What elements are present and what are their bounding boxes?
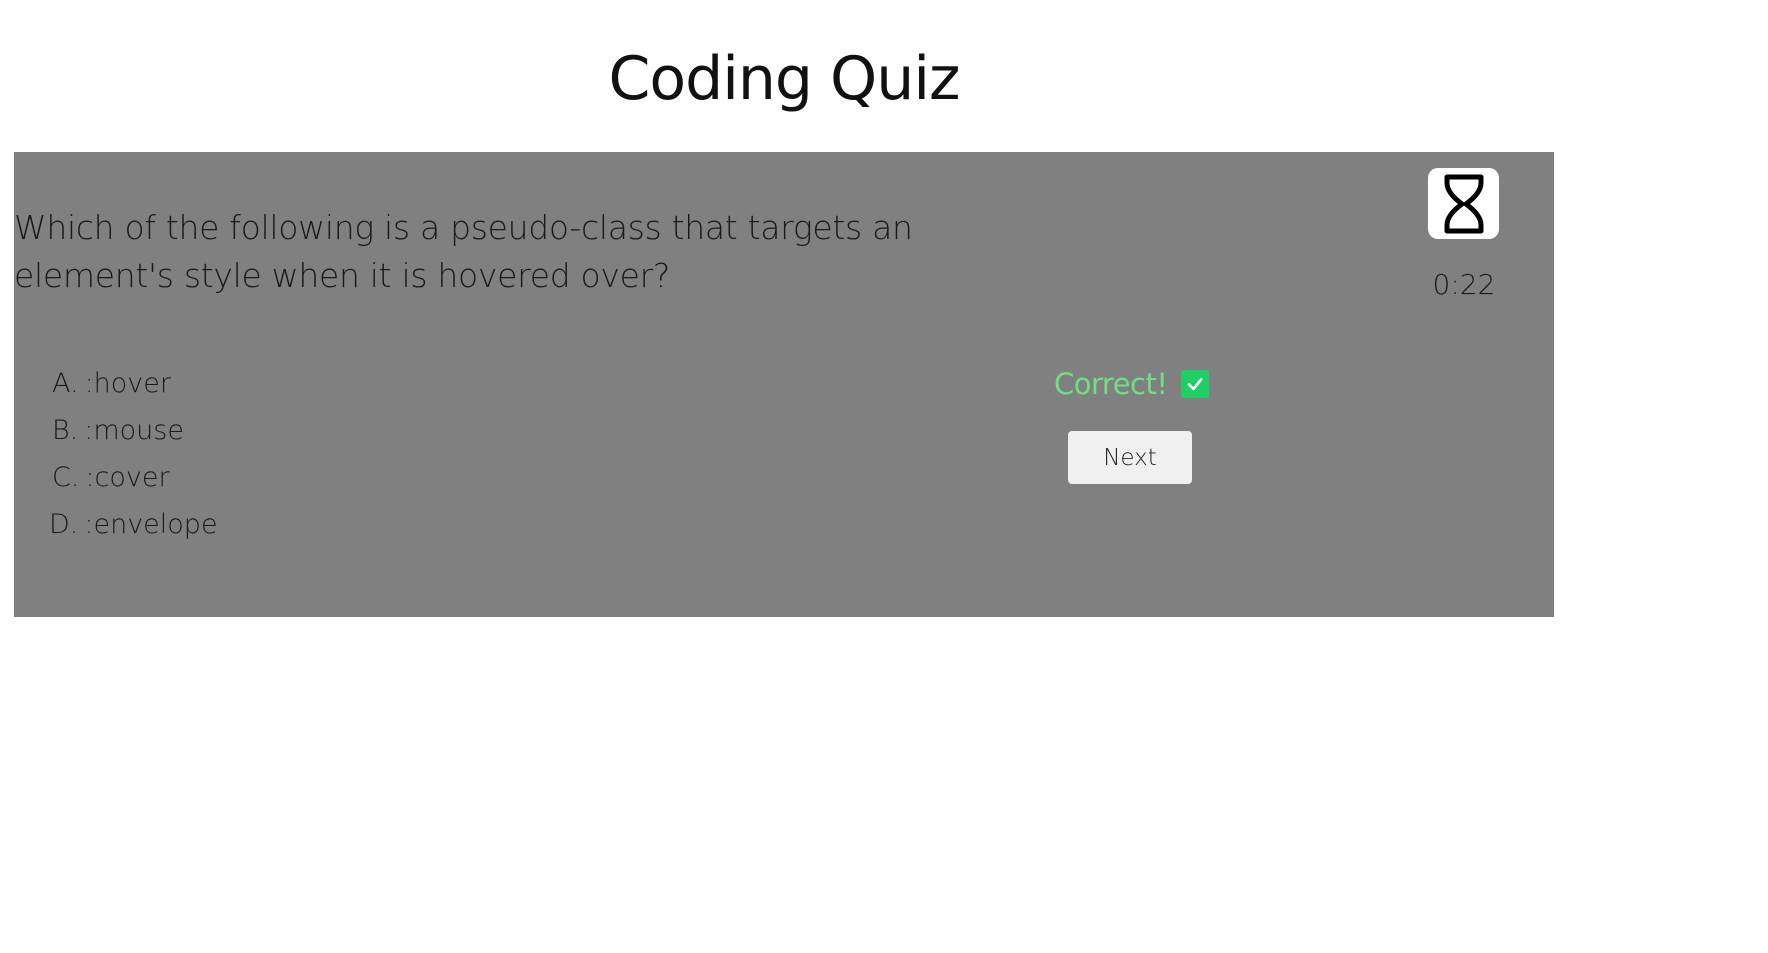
timer-badge bbox=[1428, 168, 1499, 239]
feedback-text: Correct! bbox=[1054, 367, 1168, 401]
answer-letter: B. bbox=[52, 415, 79, 446]
answer-option-b[interactable]: B.:mouse bbox=[52, 407, 218, 454]
page-title: Coding Quiz bbox=[608, 44, 961, 114]
hourglass-icon bbox=[1444, 174, 1483, 233]
answer-option-d[interactable]: D.:envelope bbox=[49, 501, 218, 548]
answer-text: :mouse bbox=[84, 415, 184, 446]
check-icon bbox=[1181, 370, 1210, 398]
question-text: Which of the following is a pseudo-class… bbox=[14, 208, 913, 295]
next-button[interactable]: Next bbox=[1068, 431, 1192, 484]
quiz-card: Which of the following is a pseudo-class… bbox=[14, 152, 1554, 617]
answer-text: :hover bbox=[84, 368, 171, 399]
timer-countdown: 0:22 bbox=[1432, 268, 1496, 301]
answer-option-c[interactable]: C.:cover bbox=[52, 454, 218, 501]
answer-text: :cover bbox=[85, 462, 170, 493]
answer-text: :envelope bbox=[84, 509, 218, 540]
answer-letter: A. bbox=[52, 368, 79, 399]
feedback-message: Correct! bbox=[1054, 364, 1210, 404]
answer-option-a[interactable]: A.:hover bbox=[52, 360, 218, 407]
answer-letter: D. bbox=[49, 509, 79, 540]
answer-list: A.:hover B.:mouse C.:cover D.:envelope bbox=[49, 360, 218, 548]
answer-letter: C. bbox=[52, 462, 80, 493]
